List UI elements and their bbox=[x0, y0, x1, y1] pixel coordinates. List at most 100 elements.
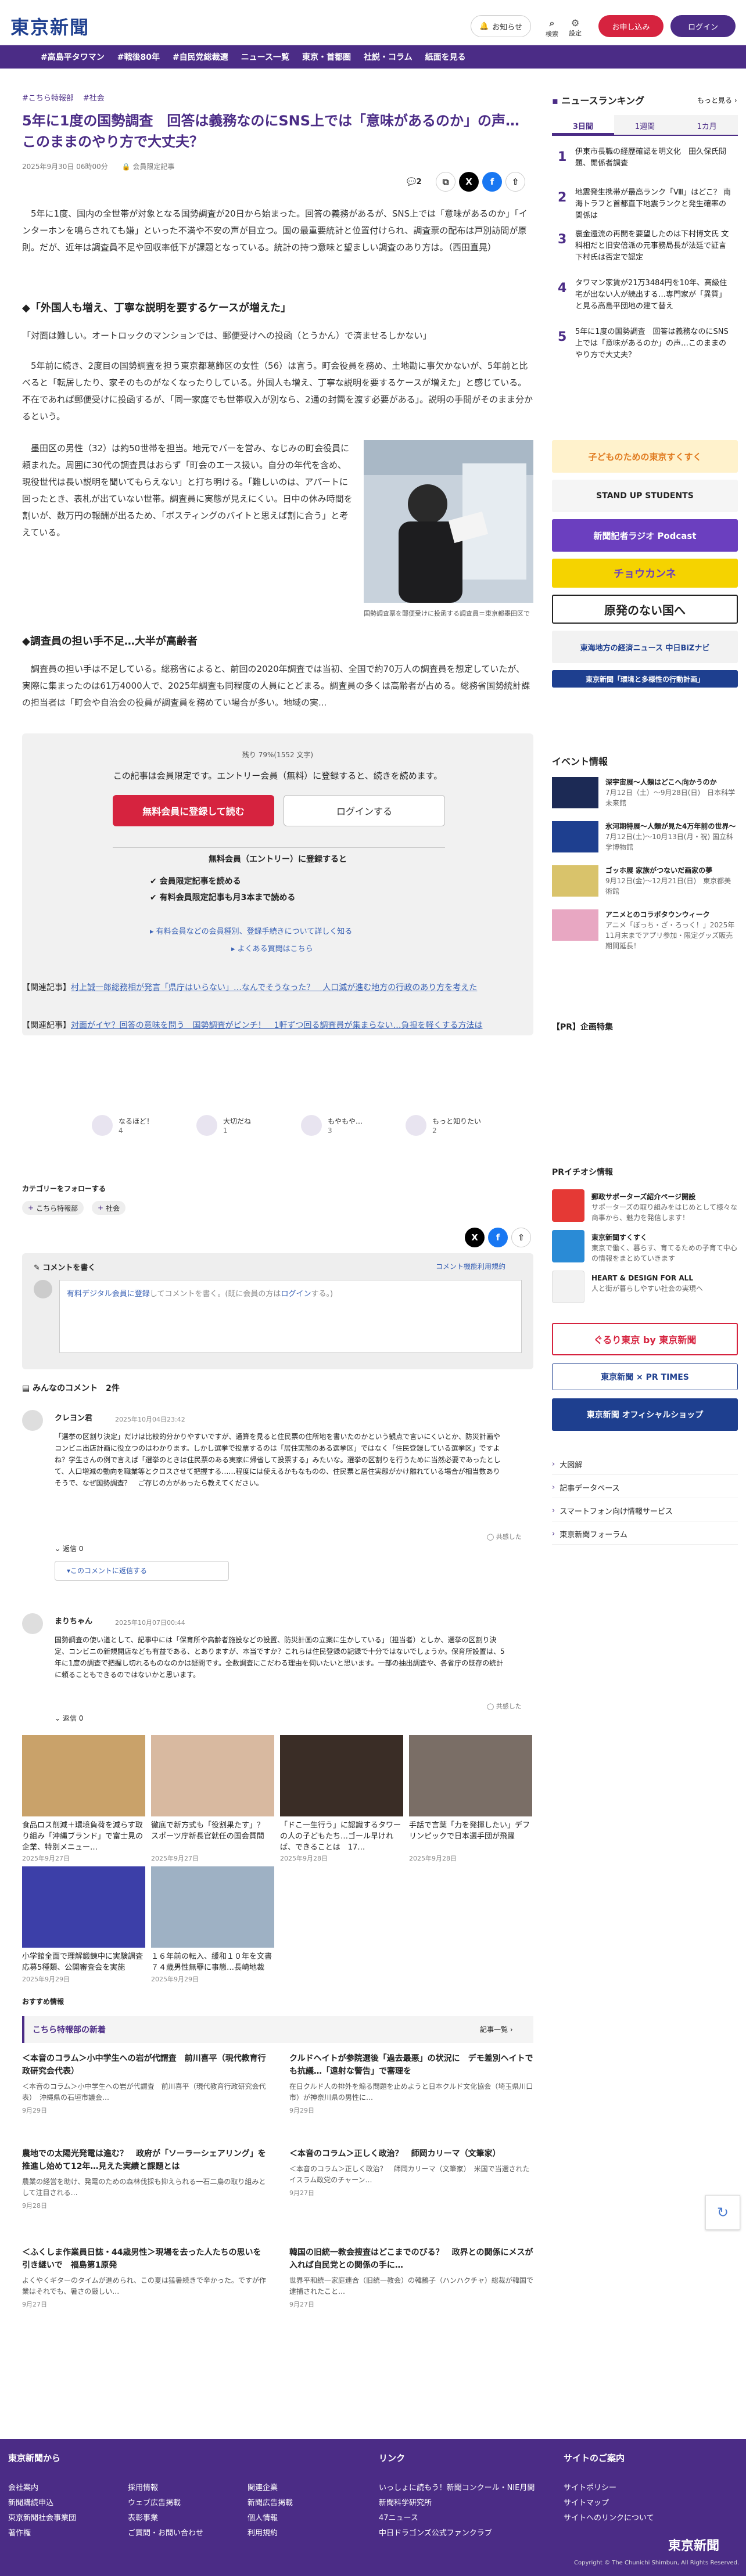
footer-link[interactable]: ウェブ広告掲載 bbox=[128, 2496, 203, 2511]
reply-button[interactable]: ▾ このコメントに返信する bbox=[55, 1561, 229, 1581]
reaction-button[interactable]: もっと知りたい 2 bbox=[406, 1115, 498, 1138]
tag-link[interactable]: #こちら特報部 bbox=[22, 92, 74, 103]
side-link[interactable]: › スマートフォン向け情報サービス bbox=[552, 1501, 738, 1521]
footer-link[interactable]: 新聞広告掲載 bbox=[248, 2496, 293, 2511]
event-item[interactable]: アニメとのコラボタウンウィーク アニメ「ぼっち・ざ・ろっく！」2025年11月末ま… bbox=[552, 909, 738, 956]
side-link[interactable]: › 東京新聞フォーラム bbox=[552, 1524, 738, 1545]
register-free-button[interactable]: 無料会員に登録して読む bbox=[113, 795, 274, 826]
card-title[interactable]: 食品ロス削減＋環境負荷を減らす取り組み「沖縄ブランド」で富士見の企業、特別メニュ… bbox=[22, 1820, 145, 1853]
reaction-button[interactable]: なるほど！ 4 bbox=[92, 1115, 185, 1138]
card-thumbnail[interactable] bbox=[280, 1735, 403, 1816]
tokuho-item[interactable]: ＜ふくしま作業員日誌・44歳男性＞現場を去った人たちの思いを引き継いで 福島第1… bbox=[22, 2246, 266, 2309]
notice-button[interactable]: 🔔 お知らせ bbox=[471, 15, 531, 37]
subscribe-button[interactable]: お申し込み bbox=[598, 15, 663, 37]
nav-item[interactable]: 東京・首都圏 bbox=[302, 51, 351, 63]
nav-item[interactable]: 社説・コラム bbox=[364, 51, 413, 63]
card-thumbnail[interactable] bbox=[22, 1735, 145, 1816]
ad-podcast[interactable]: 新聞記者ラジオ Podcast bbox=[552, 519, 738, 552]
ranking-item[interactable]: 1 伊東市長職の経歴確認を明文化 田久保氏問題、開係者調査 bbox=[552, 144, 738, 178]
follow-chip[interactable]: + こちら特報部 bbox=[22, 1201, 84, 1215]
ranking-item[interactable]: 2 地震発生携帯が最高ランク「Ⅷ」はどこ？ 南海トラフと首都直下地震ランクと発生確… bbox=[552, 185, 738, 220]
pr-item[interactable]: HEART & DESIGN FOR ALL 人と街が暮らしやすい社会の実現へ bbox=[552, 1271, 738, 1308]
ranking-item[interactable]: 5 5年に1度の国勢調査 回答は義務なのにSNS上では「意味があるのか」の声…この… bbox=[552, 324, 738, 359]
tokuho-item[interactable]: クルドヘイトが参院選後「過去最悪」の状況に デモ差別ヘイトでも抗議…「遠射な警告… bbox=[289, 2052, 533, 2115]
search-button[interactable]: ⌕ 検索 bbox=[540, 17, 564, 38]
footer-link[interactable]: 新聞購読申込 bbox=[8, 2496, 76, 2511]
reply-count[interactable]: ⌄ 返信 0 bbox=[55, 1712, 83, 1725]
login-button[interactable]: ログイン bbox=[670, 15, 736, 37]
footer-link[interactable]: 利用規約 bbox=[248, 2526, 293, 2541]
footer-link[interactable]: サイトポリシー bbox=[564, 2481, 654, 2496]
side-link[interactable]: › 大図解 bbox=[552, 1454, 738, 1475]
membership-info-link[interactable]: ▸ 有料会員などの会員種別、登録手続きについて詳しく知る bbox=[150, 925, 352, 936]
card-title[interactable]: 徹底で新方式も「役割果たす」？ スポーツ庁新長官就任の国会質問 bbox=[151, 1820, 274, 1842]
tab-1week[interactable]: 1週間 bbox=[614, 115, 676, 135]
event-item[interactable]: ゴッホ展 家族がつないだ画家の夢 9月12日(金)〜12月21日(日) 東京都美術… bbox=[552, 865, 738, 902]
footer-link[interactable]: サイトへのリンクについて bbox=[564, 2511, 654, 2526]
nav-item[interactable]: #高島平タワマン bbox=[41, 51, 105, 63]
ad-chokanne[interactable]: チョウカンネ bbox=[552, 559, 738, 588]
reaction-button[interactable]: もやもや… 3 bbox=[301, 1115, 394, 1138]
article-photo[interactable] bbox=[364, 440, 533, 603]
ad-action-plan[interactable]: 東京新聞「環境と多様性の行動計画」 bbox=[552, 670, 738, 688]
ad-sukusuku[interactable]: 子どものための東京すくすく bbox=[552, 440, 738, 473]
like-button[interactable]: ◯ 共感した bbox=[487, 1531, 533, 1544]
pr-item[interactable]: 東京新聞すくすく 東京で働く、暮らす、育てるための子育て中心の情報をまとめていきま… bbox=[552, 1230, 738, 1267]
ad-official-shop[interactable]: 東京新聞 オフィシャルショップ bbox=[552, 1398, 738, 1431]
ad-genpatsu[interactable]: 原発のない国へ bbox=[552, 595, 738, 624]
event-item[interactable]: 深宇宙展〜人類はどこへ向かうのか 7月12日（土）〜9月28日(日) 日本科学未来… bbox=[552, 777, 738, 814]
footer-link[interactable]: 会社案内 bbox=[8, 2481, 76, 2496]
footer-link[interactable]: 著作権 bbox=[8, 2526, 76, 2541]
footer-link[interactable]: いっしょに読もう！新聞コンクール・NIE月間 bbox=[379, 2481, 535, 2496]
nav-item[interactable]: ニュース一覧 bbox=[241, 51, 289, 63]
footer-link[interactable]: 東京新聞社会事業団 bbox=[8, 2511, 76, 2526]
x-share-icon[interactable]: X bbox=[459, 172, 479, 192]
facebook-share-icon[interactable]: f bbox=[488, 1228, 508, 1247]
x-share-icon[interactable]: X bbox=[465, 1228, 485, 1247]
card-title[interactable]: 「ドこ一生行う」に認識するタワーの人の子どもたち…ゴール早ければ、できることは … bbox=[280, 1820, 403, 1853]
footer-link[interactable]: 表彰事業 bbox=[128, 2511, 203, 2526]
tab-1month[interactable]: 1カ月 bbox=[676, 115, 738, 135]
footer-link[interactable]: ご質問・お問い合わせ bbox=[128, 2526, 203, 2541]
card-title[interactable]: 手話で言葉「力を発揮したい」デフリンピックで日本選手団が飛躍 bbox=[409, 1820, 532, 1842]
tag-link[interactable]: #社会 bbox=[83, 92, 105, 103]
footer-logo[interactable]: 東京新聞 bbox=[668, 2535, 719, 2554]
card-title[interactable]: １６年前の転入、緩和１０年を文書 ７４歳男性無罪に事態…長崎地裁 bbox=[151, 1951, 279, 1973]
pr-item[interactable]: 郵政サポーターズ紹介ページ開設 サポーターズの取り組みをはじめとして様々な商事から… bbox=[552, 1189, 738, 1226]
ad-bizfnavi[interactable]: 東海地方の経済ニュース 中日BiZナビ bbox=[552, 631, 738, 663]
tokuho-item[interactable]: ＜本音のコラム＞正しく政治？ 師岡カリーマ（文筆家） ＜本音のコラム＞正しく政治… bbox=[289, 2147, 533, 2197]
follow-chip[interactable]: + 社会 bbox=[92, 1201, 126, 1215]
comment-count[interactable]: 💬 2 bbox=[400, 172, 429, 192]
tab-3days[interactable]: 3日間 bbox=[552, 115, 614, 135]
tokuho-item[interactable]: 韓国の旧統一教会捜査はどこまでのびる？ 政界との関係にメスが入れば自民党との関係… bbox=[289, 2246, 533, 2309]
faq-link[interactable]: ▸ よくある質問はこちら bbox=[231, 942, 313, 954]
footer-link[interactable]: 新聞科学研究所 bbox=[379, 2496, 535, 2511]
site-logo[interactable]: 東京新聞 bbox=[10, 13, 89, 39]
tokuho-item[interactable]: 農地での太陽光発電は進む？ 政府が「ソーラーシェアリング」を推進し始めて12年…… bbox=[22, 2147, 266, 2210]
share-icon[interactable]: ⇧ bbox=[505, 172, 525, 192]
related-article-link[interactable]: 【関連記事】対面がイヤ？回答の意味を問う 国勢調査がピンチ！ 1軒ずつ回る調査員… bbox=[22, 1018, 533, 1033]
facebook-share-icon[interactable]: f bbox=[482, 172, 502, 192]
settings-button[interactable]: ⚙ 設定 bbox=[564, 17, 587, 38]
footer-link[interactable]: 47ニュース bbox=[379, 2511, 535, 2526]
nav-item[interactable]: #自民党総裁選 bbox=[173, 51, 228, 63]
related-article-link[interactable]: 【関連記事】村上誠一郎総務相が発言「県庁はいらない」…なんでそうなった？ 人口減… bbox=[22, 980, 533, 995]
comment-input[interactable]: 有料デジタル会員に登録してコメントを書く。(既に会員の方はログインする。) bbox=[59, 1280, 522, 1353]
card-thumbnail[interactable] bbox=[151, 1866, 274, 1948]
tokuho-more-link[interactable]: 記事一覧 › bbox=[480, 2024, 513, 2034]
like-button[interactable]: ◯ 共感した bbox=[487, 1700, 533, 1713]
nav-item[interactable]: #戦後80年 bbox=[117, 51, 160, 63]
side-link[interactable]: › 記事データベース bbox=[552, 1477, 738, 1498]
ranking-more-link[interactable]: もっと見る › bbox=[697, 95, 737, 105]
card-thumbnail[interactable] bbox=[409, 1735, 532, 1816]
event-item[interactable]: 氷河期特展～人類が見た4万年前の世界～ 7月12日(土)〜10月13日(月・祝) … bbox=[552, 821, 738, 858]
footer-link[interactable]: 個人情報 bbox=[248, 2511, 293, 2526]
comment-rules-link[interactable]: コメント機能利用規約 bbox=[436, 1261, 505, 1271]
bookmark-icon[interactable]: ⧉ bbox=[436, 172, 456, 192]
reply-count[interactable]: ⌄ 返信 0 bbox=[55, 1542, 83, 1555]
ad-prtimes[interactable]: 東京新聞 × PR TIMES bbox=[552, 1363, 738, 1390]
footer-link[interactable]: サイトマップ bbox=[564, 2496, 654, 2511]
nav-item[interactable]: 紙面を見る bbox=[425, 51, 466, 63]
footer-link[interactable]: 関連企業 bbox=[248, 2481, 293, 2496]
footer-link[interactable]: 中日ドラゴンズ公式ファンクラブ bbox=[379, 2526, 535, 2541]
